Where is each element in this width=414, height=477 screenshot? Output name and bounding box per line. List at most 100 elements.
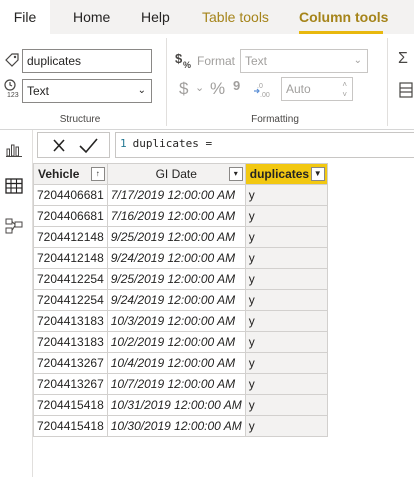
model-view-icon[interactable]: [5, 217, 23, 235]
svg-text:.0: .0: [257, 83, 263, 90]
table-row[interactable]: 7204406681 7/16/2019 12:00:00 AM y: [33, 205, 328, 227]
table-row[interactable]: 7204412254 9/25/2019 12:00:00 AM y: [33, 268, 328, 290]
cell-gi-date[interactable]: 10/31/2019 12:00:00 AM: [106, 394, 246, 416]
cell-duplicates[interactable]: y: [244, 394, 328, 416]
cell-duplicates[interactable]: y: [244, 415, 328, 437]
menu-table-tools[interactable]: Table tools: [202, 0, 269, 34]
menu-column-tools[interactable]: Column tools: [299, 0, 388, 34]
view-rail: [0, 130, 33, 477]
svg-text:%: %: [183, 60, 191, 69]
cell-vehicle[interactable]: 7204413183: [33, 310, 108, 332]
format-label: Format: [197, 54, 236, 68]
table-row[interactable]: 7204412254 9/24/2019 12:00:00 AM y: [33, 289, 328, 311]
format-select[interactable]: Text ⌄: [240, 49, 368, 73]
column-name-input[interactable]: duplicates: [22, 49, 152, 73]
cell-vehicle[interactable]: 7204412148: [33, 226, 108, 248]
cell-duplicates[interactable]: y: [244, 268, 328, 290]
cell-duplicates[interactable]: y: [244, 226, 328, 248]
cell-gi-date[interactable]: 10/7/2019 12:00:00 AM: [106, 373, 246, 395]
column-header-vehicle[interactable]: Vehicle ↑: [33, 163, 108, 185]
cell-gi-date[interactable]: 10/4/2019 12:00:00 AM: [106, 352, 246, 374]
formula-line-number: 1: [120, 137, 127, 150]
cell-duplicates[interactable]: y: [244, 310, 328, 332]
summarization-button[interactable]: Σ: [398, 50, 408, 68]
cell-vehicle[interactable]: 7204406681: [33, 184, 108, 206]
column-header-label: GI Date: [155, 167, 197, 181]
cell-duplicates[interactable]: y: [244, 184, 328, 206]
cell-gi-date[interactable]: 9/24/2019 12:00:00 AM: [106, 247, 246, 269]
comma-button[interactable]: 9: [233, 78, 240, 93]
cell-vehicle[interactable]: 7204413267: [33, 352, 108, 374]
decimals-stepper[interactable]: Auto ˄ ˅: [281, 77, 353, 101]
chevron-down-icon: ⌄: [353, 55, 362, 66]
cell-vehicle[interactable]: 7204415418: [33, 394, 108, 416]
dropdown-icon[interactable]: ▾: [228, 167, 243, 181]
cell-duplicates[interactable]: y: [244, 247, 328, 269]
cell-duplicates[interactable]: y: [244, 331, 328, 353]
table-row[interactable]: 7204415418 10/30/2019 12:00:00 AM y: [33, 415, 328, 437]
stepper-arrows-icon: ˄ ˅: [342, 80, 347, 99]
cell-duplicates[interactable]: y: [244, 289, 328, 311]
cell-gi-date[interactable]: 10/3/2019 12:00:00 AM: [106, 310, 246, 332]
structure-group-label: Structure: [59, 114, 101, 125]
cell-gi-date[interactable]: 9/24/2019 12:00:00 AM: [106, 289, 246, 311]
cell-vehicle[interactable]: 7204412148: [33, 247, 108, 269]
table-row[interactable]: 7204413267 10/4/2019 12:00:00 AM y: [33, 352, 328, 374]
column-header-label: duplicates: [249, 167, 310, 181]
svg-text:123: 123: [7, 92, 19, 98]
cell-vehicle[interactable]: 7204415418: [33, 415, 108, 437]
column-header-duplicates[interactable]: duplicates ▼: [244, 163, 328, 185]
menu-file[interactable]: File: [0, 0, 50, 34]
ribbon-separator: [166, 38, 167, 126]
data-type-select[interactable]: Text ⌄: [22, 79, 152, 103]
formula-actions: [37, 132, 110, 158]
formula-input[interactable]: 1 duplicates =: [115, 132, 414, 158]
data-grid-area: Vehicle ↑ GI Date ▾ duplicates ▼ 7204406…: [33, 160, 414, 477]
decimal-places-icon[interactable]: .0 .00: [253, 79, 273, 99]
data-view-icon[interactable]: [5, 177, 23, 195]
menu-help[interactable]: Help: [141, 0, 170, 34]
cell-duplicates[interactable]: y: [244, 205, 328, 227]
svg-text:$: $: [175, 51, 183, 66]
formula-bar: 1 duplicates =: [33, 130, 414, 160]
table-row[interactable]: 7204412148 9/25/2019 12:00:00 AM y: [33, 226, 328, 248]
cell-vehicle[interactable]: 7204412254: [33, 289, 108, 311]
chevron-down-icon[interactable]: ⌄: [195, 81, 204, 94]
cell-gi-date[interactable]: 7/16/2019 12:00:00 AM: [106, 205, 246, 227]
formula-text: duplicates =: [132, 137, 213, 150]
ribbon-separator: [387, 38, 388, 126]
data-type-value: Text: [27, 84, 50, 98]
cancel-formula-icon[interactable]: [47, 135, 71, 157]
tag-icon: [5, 53, 19, 67]
table-row[interactable]: 7204413267 10/7/2019 12:00:00 AM y: [33, 373, 328, 395]
table-row[interactable]: 7204413183 10/3/2019 12:00:00 AM y: [33, 310, 328, 332]
filter-icon[interactable]: ▼: [310, 167, 325, 181]
svg-text:.00: .00: [260, 92, 270, 99]
table-row[interactable]: 7204415418 10/31/2019 12:00:00 AM y: [33, 394, 328, 416]
commit-formula-icon[interactable]: [76, 135, 100, 157]
format-value: Text: [245, 54, 268, 68]
cell-vehicle[interactable]: 7204412254: [33, 268, 108, 290]
cell-gi-date[interactable]: 10/30/2019 12:00:00 AM: [106, 415, 246, 437]
cell-vehicle[interactable]: 7204406681: [33, 205, 108, 227]
menu-home[interactable]: Home: [73, 0, 110, 34]
cell-vehicle[interactable]: 7204413183: [33, 331, 108, 353]
ribbon: duplicates 123 Text ⌄ Structure $ % Form…: [0, 34, 414, 130]
sort-ascending-icon[interactable]: ↑: [90, 167, 105, 181]
column-header-gi-date[interactable]: GI Date ▾: [106, 163, 246, 185]
cell-gi-date[interactable]: 10/2/2019 12:00:00 AM: [106, 331, 246, 353]
cell-gi-date[interactable]: 9/25/2019 12:00:00 AM: [106, 268, 246, 290]
cell-gi-date[interactable]: 7/17/2019 12:00:00 AM: [106, 184, 246, 206]
cell-gi-date[interactable]: 9/25/2019 12:00:00 AM: [106, 226, 246, 248]
cell-duplicates[interactable]: y: [244, 352, 328, 374]
currency-button[interactable]: $: [179, 79, 188, 99]
cell-duplicates[interactable]: y: [244, 373, 328, 395]
data-category-icon[interactable]: [399, 82, 413, 98]
table-row[interactable]: 7204413183 10/2/2019 12:00:00 AM y: [33, 331, 328, 353]
report-view-icon[interactable]: [5, 140, 23, 158]
cell-vehicle[interactable]: 7204413267: [33, 373, 108, 395]
percent-button[interactable]: %: [210, 79, 225, 99]
table-row[interactable]: 7204412148 9/24/2019 12:00:00 AM y: [33, 247, 328, 269]
data-table: Vehicle ↑ GI Date ▾ duplicates ▼ 7204406…: [33, 163, 328, 437]
table-row[interactable]: 7204406681 7/17/2019 12:00:00 AM y: [33, 184, 328, 206]
